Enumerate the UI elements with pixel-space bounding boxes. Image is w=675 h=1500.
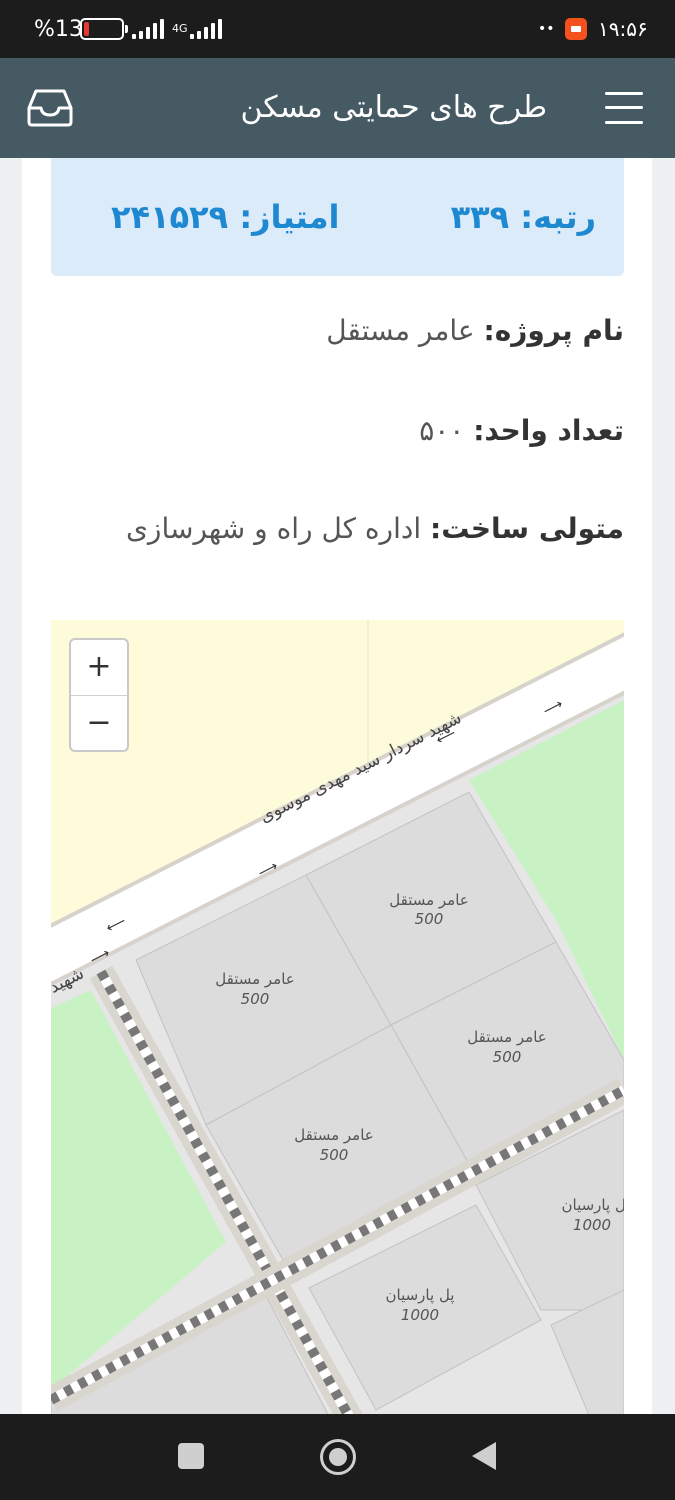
battery-icon xyxy=(80,0,128,58)
builder-label: متولی ساخت: xyxy=(430,512,624,545)
parcel-label-units: 500 xyxy=(320,1146,349,1164)
project-name-label: نام پروژه: xyxy=(483,314,624,347)
unit-count-label: تعداد واحد: xyxy=(473,414,624,447)
parcel-label-name: عامر مستقل xyxy=(215,970,295,988)
system-nav-bar xyxy=(0,1414,675,1500)
parcel-label-name: پل پارسیان xyxy=(562,1196,624,1215)
builder-value: اداره کل راه و شهرسازی xyxy=(126,512,422,545)
parcel-label-units: 1000 xyxy=(573,1216,611,1234)
rank-score-box: رتبه: ۳۳۹ امتیاز: ۲۴۱۵۲۹ xyxy=(51,158,624,276)
project-card: رتبه: ۳۳۹ امتیاز: ۲۴۱۵۲۹ نام پروژه: عامر… xyxy=(22,158,652,1414)
builder-row: متولی ساخت: اداره کل راه و شهرسازی xyxy=(126,512,624,545)
battery-percent: %13 xyxy=(34,16,83,42)
notification-dots: •• xyxy=(538,21,555,37)
back-triangle-icon[interactable] xyxy=(472,1442,496,1470)
recents-square-icon[interactable] xyxy=(178,1443,204,1469)
home-circle-icon[interactable] xyxy=(320,1439,356,1475)
parcel-label-name: پل پارسیان xyxy=(386,1286,455,1305)
app-bar: طرح های حمایتی مسکن xyxy=(0,58,675,158)
page-title: طرح های حمایتی مسکن xyxy=(240,90,547,125)
parcel-label-units: 500 xyxy=(415,910,444,928)
rank-value: رتبه: ۳۳۹ xyxy=(450,198,596,236)
parcel-label-units: 500 xyxy=(241,990,270,1008)
parcel-label-units: 500 xyxy=(493,1048,522,1066)
project-name-value: عامر مستقل xyxy=(326,314,475,347)
parcel-label-name: عامر مستقل xyxy=(467,1028,547,1046)
zoom-in-button[interactable]: + xyxy=(71,640,127,696)
unit-count-value: ۵۰۰ xyxy=(419,414,465,447)
inbox-tray-icon[interactable] xyxy=(26,88,74,128)
status-bar: %13 4G •• ۱۹:۵۶ xyxy=(0,0,675,58)
unit-count-row: تعداد واحد: ۵۰۰ xyxy=(419,414,624,447)
zoom-control: + − xyxy=(69,638,129,752)
parcel-label-units: 1000 xyxy=(401,1306,439,1324)
project-map[interactable]: ⟶ ⟵ ⟶ ⟵ ⟶ شهید سردار سید مهدی موسوی شهید… xyxy=(51,620,624,1414)
network-label: 4G xyxy=(172,22,188,35)
map-canvas[interactable]: ⟶ ⟵ ⟶ ⟵ ⟶ شهید سردار سید مهدی موسوی شهید… xyxy=(51,620,624,1414)
signal-icon xyxy=(132,0,164,58)
zoom-out-button[interactable]: − xyxy=(71,696,127,750)
notification-app-icon xyxy=(565,0,587,58)
network-type: 4G xyxy=(172,0,222,58)
parcel-label-name: عامر مستقل xyxy=(389,891,469,909)
clock: ۱۹:۵۶ xyxy=(598,17,648,41)
score-value: امتیاز: ۲۴۱۵۲۹ xyxy=(111,198,340,236)
project-name-row: نام پروژه: عامر مستقل xyxy=(326,314,624,347)
parcel-label-name: عامر مستقل xyxy=(294,1126,374,1144)
hamburger-menu-icon[interactable] xyxy=(605,92,643,124)
